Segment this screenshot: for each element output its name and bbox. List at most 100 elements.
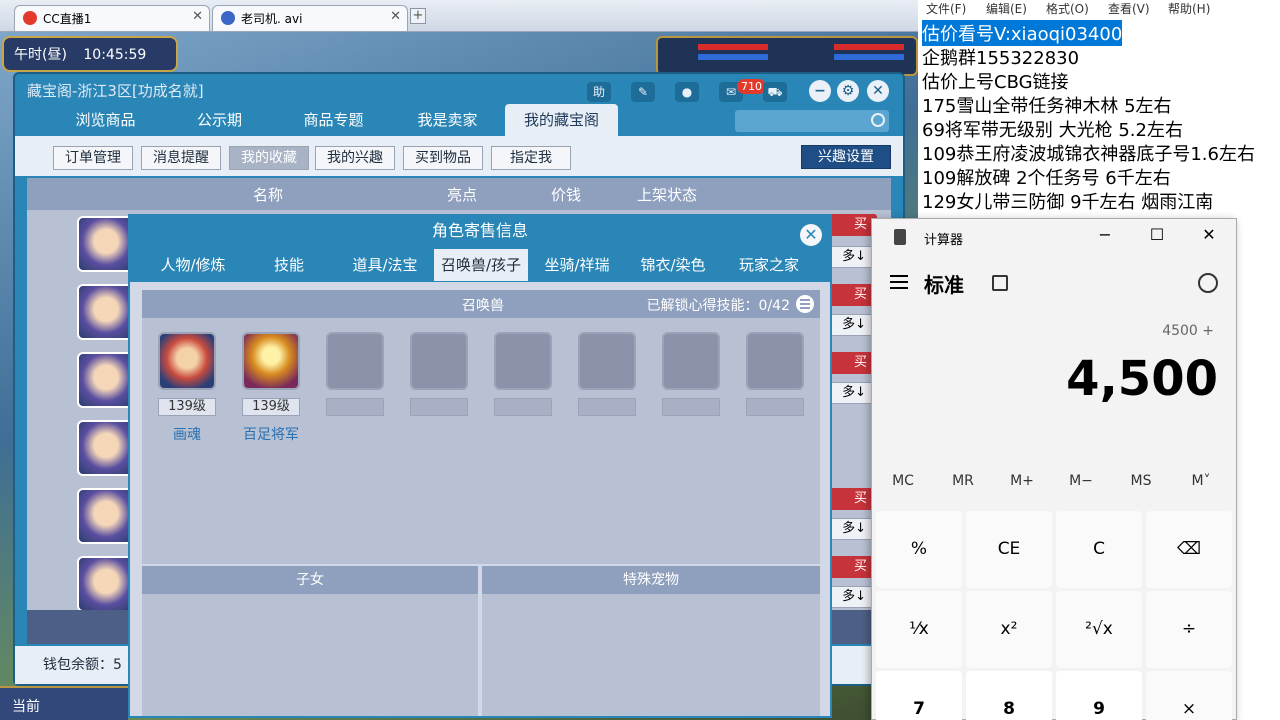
orders-button[interactable]: 订单管理: [53, 146, 133, 170]
divide-button[interactable]: ÷: [1146, 591, 1232, 668]
notepad-line[interactable]: 估价上号CBG链接: [922, 68, 1069, 94]
player-status-hud: [656, 36, 918, 76]
column-status: 上架状态: [637, 186, 698, 204]
tab-my-pavilion[interactable]: 我的藏宝阁: [505, 104, 618, 136]
pet-portrait[interactable]: [242, 332, 300, 390]
dialog-tabs: 人物/修炼 技能 道具/法宝 召唤兽/孩子 坐骑/祥瑞 锦衣/染色 玩家之家: [130, 246, 830, 282]
special-pets-list: [482, 594, 820, 716]
list-menu-icon[interactable]: [796, 295, 814, 313]
pet-slots: 139级 画魂 139级 百足将军: [142, 318, 820, 564]
menu-file[interactable]: 文件(F): [926, 0, 966, 17]
square-root-button[interactable]: ²√x: [1056, 591, 1142, 668]
memory-recall-button[interactable]: MR: [934, 473, 992, 489]
pet-level: 139级: [242, 398, 300, 416]
tab-outfits[interactable]: 锦衣/染色: [626, 249, 720, 281]
record-icon[interactable]: ●: [675, 82, 699, 102]
browser-tab-video[interactable]: 老司机. avi ✕: [212, 5, 408, 31]
notepad-line[interactable]: 69将军带无级别 大光枪 5.2左右: [922, 116, 1183, 142]
notepad-menu-bar: 文件(F) 编辑(E) 格式(O) 查看(V) 帮助(H): [918, 0, 1280, 16]
close-icon[interactable]: ✕: [800, 224, 822, 246]
chat-hud: 当前: [0, 686, 128, 720]
dialog-title: 角色寄售信息: [130, 216, 830, 246]
tab-skills[interactable]: 技能: [242, 249, 336, 281]
multiply-button[interactable]: ×: [1146, 671, 1232, 720]
column-name: 名称: [253, 186, 284, 204]
notifications-button[interactable]: 消息提醒: [141, 146, 221, 170]
minimize-icon[interactable]: −: [809, 80, 831, 102]
tab-public[interactable]: 公示期: [163, 104, 276, 136]
menu-edit[interactable]: 编辑(E): [986, 0, 1027, 17]
chat-channel-label[interactable]: 当前: [12, 696, 40, 716]
memory-add-button[interactable]: M+: [993, 473, 1051, 489]
empty-level: [746, 398, 804, 416]
memory-store-button[interactable]: MS: [1112, 473, 1170, 489]
menu-format[interactable]: 格式(O): [1046, 0, 1089, 17]
square-button[interactable]: x²: [966, 591, 1052, 668]
browser-tab-cc-live[interactable]: CC直播1 ✕: [14, 5, 210, 31]
tab-browse[interactable]: 浏览商品: [49, 104, 162, 136]
interest-settings-button[interactable]: 兴趣设置: [801, 145, 891, 169]
search-icon[interactable]: [871, 113, 885, 127]
character-avatar[interactable]: [77, 420, 135, 476]
menu-icon[interactable]: [890, 275, 908, 293]
notepad-line[interactable]: 估价看号V:xiaoqi03400: [922, 20, 1123, 46]
favorites-button[interactable]: 我的收藏: [229, 146, 309, 170]
clear-entry-button[interactable]: CE: [966, 511, 1052, 588]
column-price: 价钱: [551, 186, 582, 204]
notepad-line[interactable]: 175雪山全带任务神木林 5左右: [922, 92, 1172, 118]
character-avatar[interactable]: [77, 352, 135, 408]
edit-icon[interactable]: ✎: [631, 82, 655, 102]
tab-pets[interactable]: 召唤兽/孩子: [434, 249, 528, 281]
digit-8-button[interactable]: 8: [966, 671, 1052, 720]
memory-clear-button[interactable]: MC: [874, 473, 932, 489]
designated-button[interactable]: 指定我: [491, 146, 571, 170]
search-input[interactable]: [735, 110, 889, 132]
character-avatar[interactable]: [77, 284, 135, 340]
calculator-window: 计算器 − ☐ ✕ 标准 4500 + 4,500 MC MR M+ M− MS…: [871, 218, 1237, 720]
tab-topics[interactable]: 商品专题: [277, 104, 390, 136]
character-avatar[interactable]: [77, 556, 135, 612]
calculator-title: 计算器: [924, 233, 964, 248]
history-icon[interactable]: [1198, 273, 1218, 293]
notepad-line[interactable]: 企鹅群155322830: [922, 44, 1079, 70]
close-icon[interactable]: ✕: [1194, 225, 1224, 244]
close-icon[interactable]: ✕: [867, 80, 889, 102]
character-avatar[interactable]: [77, 216, 135, 272]
backspace-button[interactable]: ⌫: [1146, 511, 1232, 588]
tab-mounts[interactable]: 坐骑/祥瑞: [530, 249, 624, 281]
minimize-icon[interactable]: −: [1090, 225, 1120, 244]
memory-list-button[interactable]: M˅: [1172, 473, 1230, 489]
percent-button[interactable]: %: [876, 511, 962, 588]
digit-9-button[interactable]: 9: [1056, 671, 1142, 720]
cart-icon[interactable]: ⛟: [763, 82, 787, 102]
pet-name[interactable]: 百足将军: [226, 424, 316, 444]
calculator-mode: 标准: [924, 273, 964, 297]
reciprocal-button[interactable]: ¹⁄x: [876, 591, 962, 668]
tab-home[interactable]: 玩家之家: [722, 249, 816, 281]
digit-7-button[interactable]: 7: [876, 671, 962, 720]
purchased-button[interactable]: 买到物品: [403, 146, 483, 170]
empty-level: [410, 398, 468, 416]
pet-name[interactable]: 画魂: [142, 424, 232, 444]
notepad-line[interactable]: 129女儿带三防御 9千左右 烟雨江南: [922, 188, 1213, 214]
notepad-line[interactable]: 109解放碑 2个任务号 6千左右: [922, 164, 1171, 190]
settings-icon[interactable]: ⚙: [837, 80, 859, 102]
close-icon[interactable]: ✕: [192, 9, 203, 24]
memory-subtract-button[interactable]: M−: [1052, 473, 1110, 489]
pet-portrait[interactable]: [158, 332, 216, 390]
tab-character[interactable]: 人物/修炼: [146, 249, 240, 281]
maximize-icon[interactable]: ☐: [1142, 225, 1172, 244]
tab-seller[interactable]: 我是卖家: [391, 104, 504, 136]
menu-help[interactable]: 帮助(H): [1168, 0, 1210, 17]
menu-view[interactable]: 查看(V): [1108, 0, 1150, 17]
browser-tab-title: 老司机. avi: [241, 12, 303, 26]
keep-on-top-icon[interactable]: [992, 275, 1008, 291]
tab-items[interactable]: 道具/法宝: [338, 249, 432, 281]
my-interests-button[interactable]: 我的兴趣: [315, 146, 395, 170]
notepad-line[interactable]: 109恭王府凌波城锦衣神器底子号1.6左右: [922, 140, 1255, 166]
new-tab-button[interactable]: +: [410, 8, 426, 24]
help-button[interactable]: 助: [587, 82, 611, 102]
clear-button[interactable]: C: [1056, 511, 1142, 588]
close-icon[interactable]: ✕: [390, 9, 401, 24]
character-avatar[interactable]: [77, 488, 135, 544]
